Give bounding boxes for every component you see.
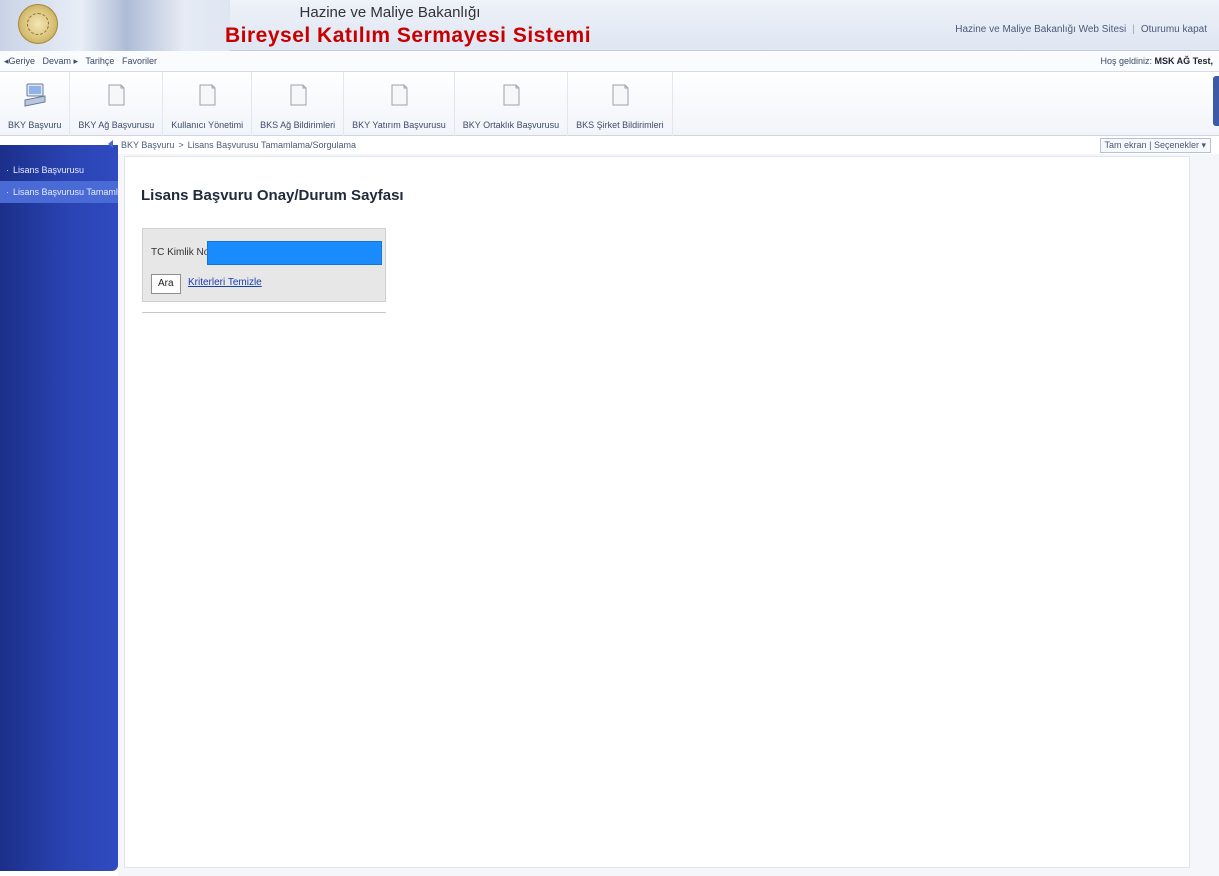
fullscreen-button[interactable]: Tam ekran	[1105, 140, 1147, 150]
toolbar-item-label: BKY Yatırım Başvurusu	[352, 120, 446, 130]
app-header: Hazine ve Maliye Bakanlığı Bireysel Katı…	[0, 0, 1219, 51]
breadcrumb: BKY Başvuru > Lisans Başvurusu Tamamlama/S…	[121, 140, 356, 150]
ministry-website-link[interactable]: Hazine ve Maliye Bakanlığı Web Sitesi	[949, 24, 1132, 35]
app-window: Hazine ve Maliye Bakanlığı Bireysel Katı…	[0, 0, 1219, 876]
toolbar-item-label: BKS Şirket Bildirimleri	[576, 120, 664, 130]
welcome-text: Hoş geldiniz: MSK AĞ Test,	[1100, 56, 1213, 66]
toolbar-item-label: BKY Ortaklık Başvurusu	[462, 120, 560, 130]
bullet-icon: ·	[6, 165, 9, 175]
toolbar-item-bks-sirket-bildirimleri[interactable]: BKS Şirket Bildirimleri	[568, 72, 673, 136]
header-banner	[0, 0, 230, 51]
back-link[interactable]: ◂Geriye	[4, 56, 35, 66]
history-nav: ◂Geriye Devam ▸ Tarihçe Favoriler	[4, 56, 162, 67]
breadcrumb-root-link[interactable]: BKY Başvuru	[121, 140, 174, 150]
document-icon	[290, 84, 307, 106]
search-panel: TC Kimlik No Ara Kriterleri Temizle	[142, 228, 386, 302]
toolbar-item-label: Kullanıcı Yönetimi	[171, 120, 244, 130]
toolbar-item-label: BKY Başvuru	[8, 120, 62, 130]
sidebar-collapse-icon[interactable]	[108, 140, 113, 148]
top-links: Hazine ve Maliye Bakanlığı Web Sitesi | Ot…	[949, 24, 1213, 35]
search-divider	[142, 312, 386, 313]
forward-link[interactable]: Devam ▸	[43, 56, 79, 66]
toolbar-item-kullanici-yonetimi[interactable]: Kullanıcı Yönetimi	[163, 72, 253, 136]
sidebar-item-lisans-basvurusu-tamamlama[interactable]: · Lisans Başvurusu Tamamlama	[0, 181, 118, 203]
toolbar-edge-tab[interactable]	[1213, 76, 1219, 126]
nav-strip: ◂Geriye Devam ▸ Tarihçe Favoriler Hoş ge…	[0, 51, 1219, 72]
toolbar-item-label: BKS Ağ Bildirimleri	[260, 120, 336, 130]
sidebar-item-lisans-basvurusu[interactable]: · Lisans Başvurusu	[0, 159, 118, 181]
settings-dropdown[interactable]: Seçenekler ▾	[1154, 140, 1206, 150]
document-icon	[503, 84, 520, 106]
breadcrumb-current: Lisans Başvurusu Tamamlama/Sorgulama	[187, 140, 357, 150]
sidebar: · Lisans Başvurusu · Lisans Başvurusu Tama…	[0, 145, 118, 871]
sidebar-item-label: Lisans Başvurusu Tamamlama	[13, 187, 118, 197]
emblem-ring	[27, 13, 49, 35]
bullet-icon: ·	[6, 187, 9, 197]
search-button[interactable]: Ara	[151, 274, 181, 294]
toolbar-item-bky-yatirim-basvurusu[interactable]: BKY Yatırım Başvurusu	[344, 72, 455, 136]
sidebar-item-label: Lisans Başvurusu	[13, 165, 85, 175]
page-title: Lisans Başvuru Onay/Durum Sayfası	[141, 187, 404, 204]
tc-kimlik-label: TC Kimlik No	[151, 247, 210, 258]
logout-link[interactable]: Oturumu kapat	[1135, 24, 1213, 35]
view-options: Tam ekran | Seçenekler ▾	[1099, 138, 1211, 153]
page-panel: Lisans Başvuru Onay/Durum Sayfası TC Kim…	[124, 156, 1190, 868]
toolbar-item-bky-ag-basvurusu[interactable]: BKY Ağ Başvurusu	[70, 72, 164, 136]
breadcrumb-bar: BKY Başvuru > Lisans Başvurusu Tamamlama/S…	[118, 136, 1219, 154]
document-icon	[612, 84, 629, 106]
main-content: BKY Başvuru > Lisans Başvurusu Tamamlama/S…	[118, 136, 1219, 876]
module-toolbar: BKY Başvuru BKY Ağ Başvurusu Kullanıcı Y…	[0, 72, 1219, 136]
toolbar-item-bky-ortaklik-basvurusu[interactable]: BKY Ortaklık Başvurusu	[455, 72, 569, 136]
document-icon	[108, 84, 125, 106]
toolbar-item-bks-ag-bildirimleri[interactable]: BKS Ağ Bildirimleri	[252, 72, 345, 136]
computer-icon	[24, 83, 46, 107]
system-title: Bireysel Katılım Sermayesi Sistemi	[225, 24, 592, 47]
clear-criteria-link[interactable]: Kriterleri Temizle	[188, 277, 262, 288]
toolbar-items: BKY Başvuru BKY Ağ Başvurusu Kullanıcı Y…	[0, 72, 673, 136]
document-icon	[199, 84, 216, 106]
ministry-emblem-icon	[18, 4, 58, 44]
history-link[interactable]: Tarihçe	[85, 56, 114, 66]
welcome-prefix: Hoş geldiniz:	[1100, 56, 1155, 66]
document-icon	[391, 84, 408, 106]
favorites-link[interactable]: Favoriler	[122, 56, 157, 66]
tc-kimlik-input[interactable]	[207, 241, 382, 265]
options-separator: |	[1149, 140, 1152, 150]
toolbar-item-bky-basvuru[interactable]: BKY Başvuru	[0, 72, 71, 136]
breadcrumb-separator: >	[178, 140, 184, 150]
welcome-user: MSK AĞ Test,	[1154, 56, 1213, 66]
toolbar-item-label: BKY Ağ Başvurusu	[78, 120, 155, 130]
ministry-name: Hazine ve Maliye Bakanlığı	[299, 4, 481, 21]
